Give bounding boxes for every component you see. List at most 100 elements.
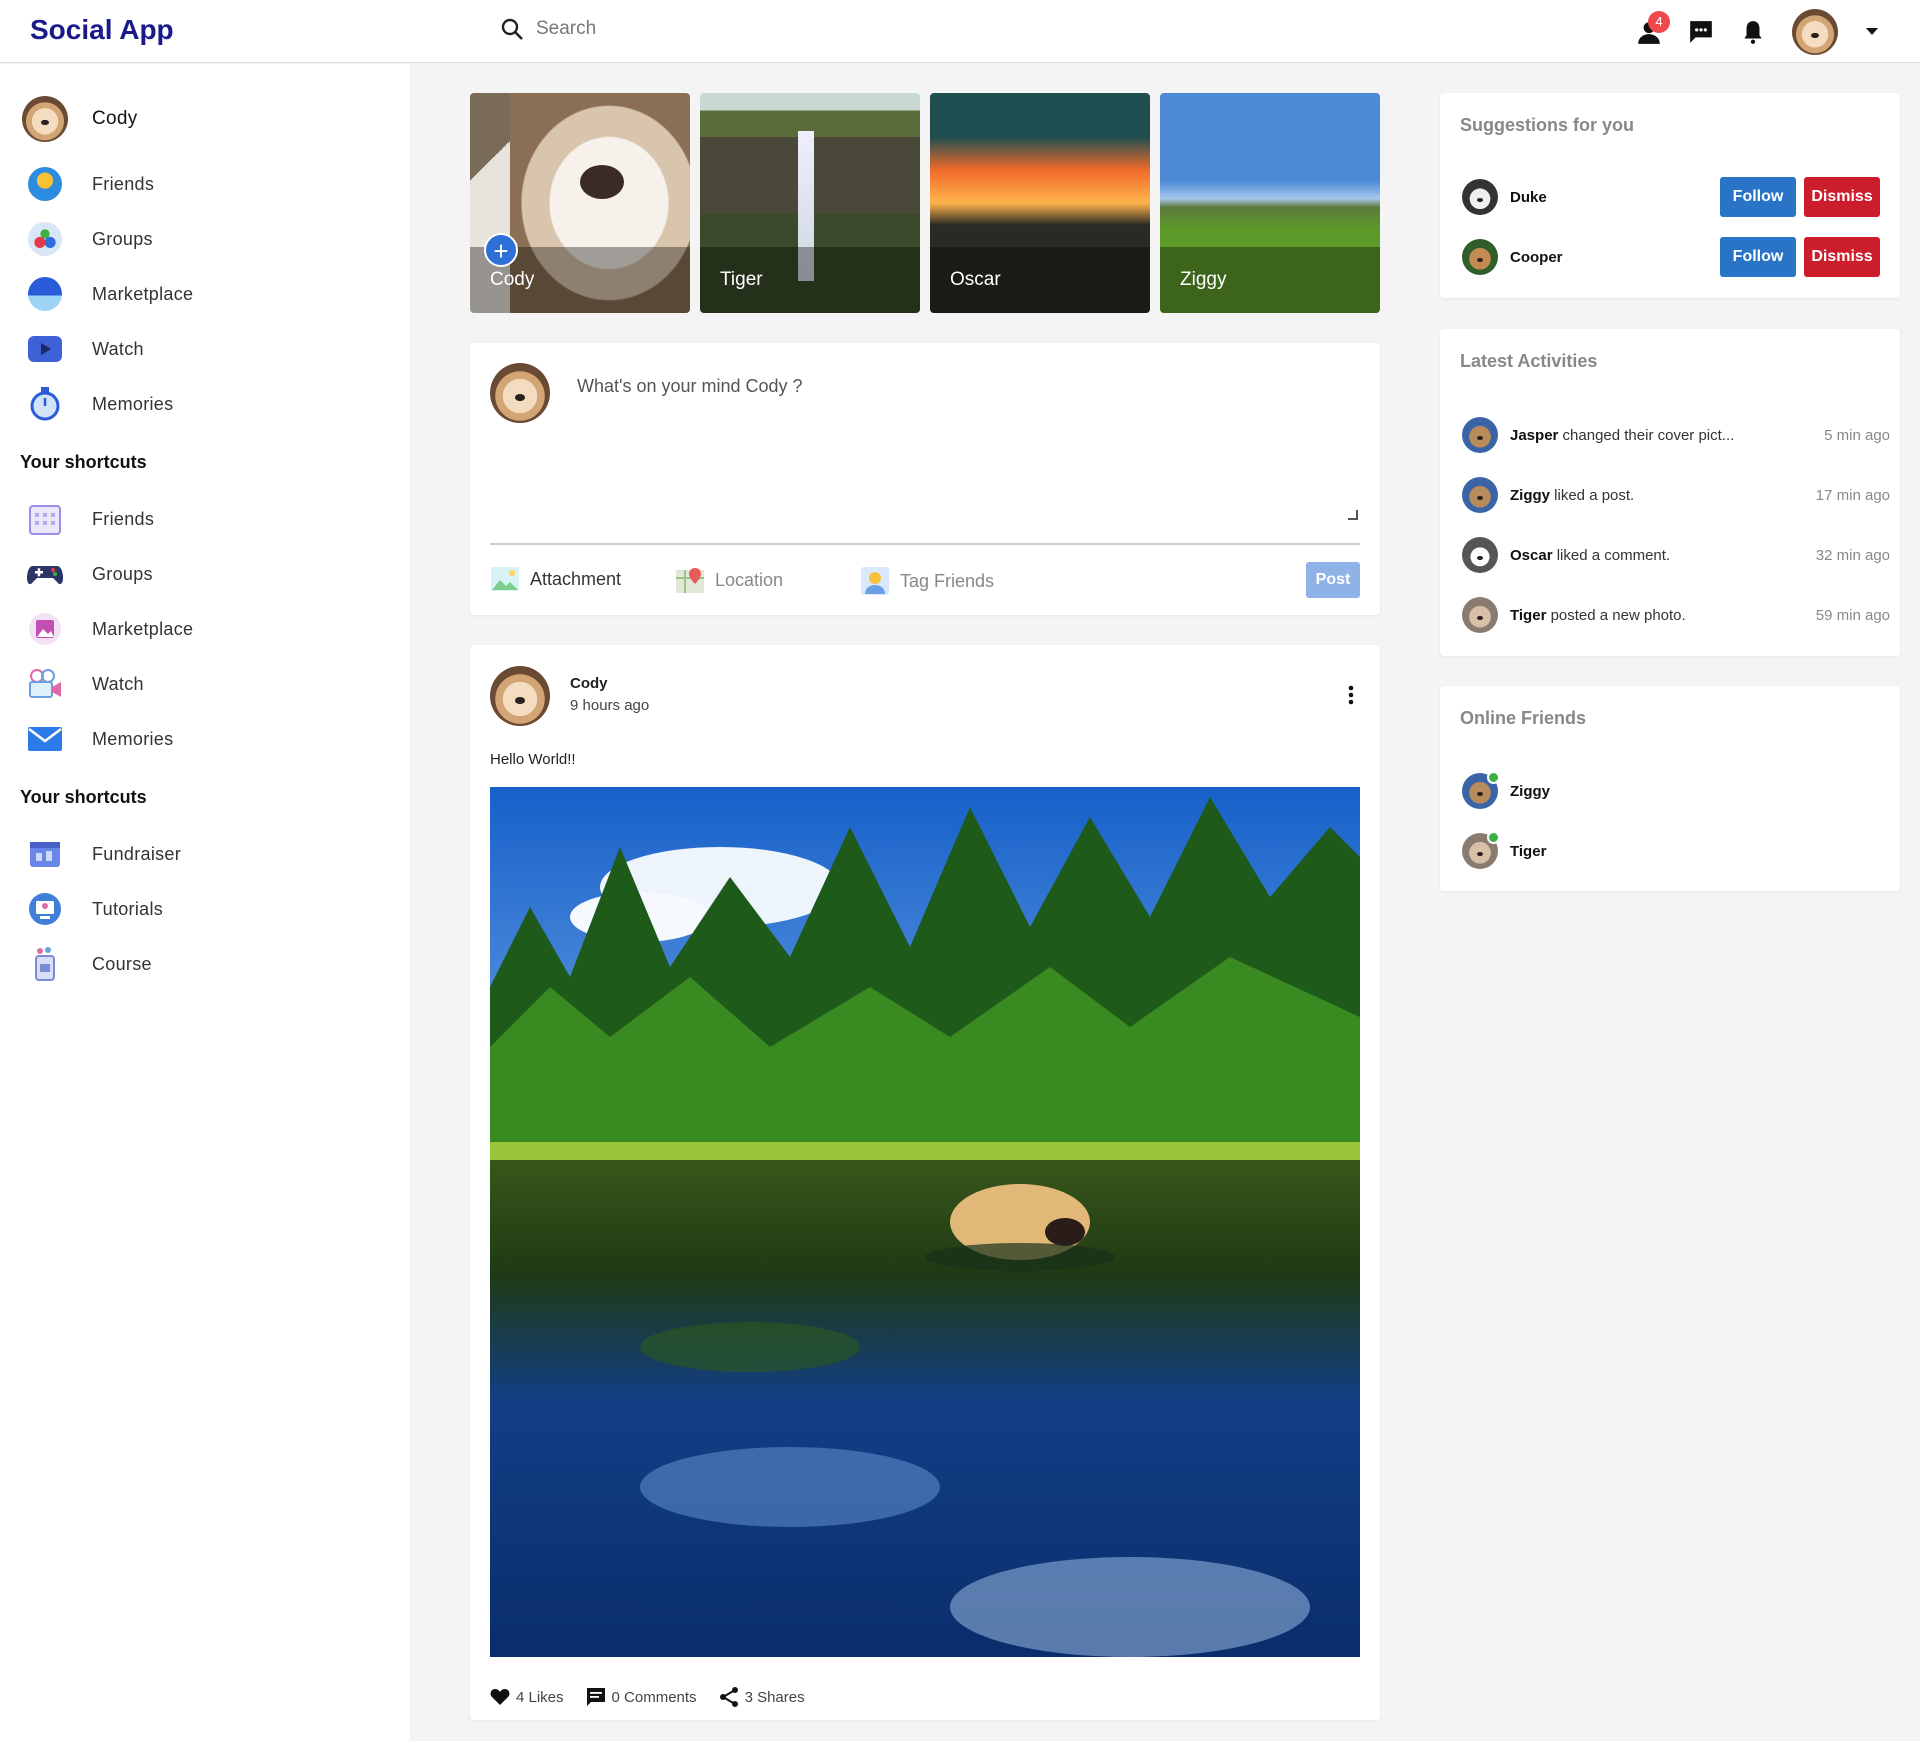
gamepad-icon [27, 566, 63, 585]
share-icon [719, 1687, 738, 1707]
activity-action: liked a post. [1554, 486, 1635, 504]
shortcut-item-marketplace[interactable]: Marketplace [22, 606, 193, 652]
activity-text: Oscar liked a comment. [1510, 547, 1670, 564]
fundraiser-icon [30, 842, 60, 867]
watch-icon [28, 336, 62, 362]
dismiss-button[interactable]: Dismiss [1804, 177, 1880, 217]
sidebar-profile[interactable]: Cody [22, 96, 138, 142]
sidebar-item-groups[interactable]: Groups [22, 216, 153, 262]
like-button[interactable]: 4 Likes [490, 1687, 564, 1707]
shortcut-item-course[interactable]: Course [22, 941, 152, 987]
calendar-icon [29, 505, 61, 535]
shortcut-item-memories[interactable]: Memories [22, 716, 173, 762]
add-story-button[interactable]: + [484, 233, 518, 267]
shares-count: 3 Shares [744, 1688, 805, 1706]
top-navigation-bar: Social App Search 4 [0, 0, 1920, 63]
chevron-down-icon[interactable] [1864, 27, 1880, 37]
suggestion-name[interactable]: Duke [1510, 189, 1547, 206]
activity-row[interactable]: Jasper changed their cover pict... 5 min… [1462, 415, 1890, 455]
sidebar-item-marketplace[interactable]: Marketplace [22, 271, 193, 317]
shortcut-item-groups[interactable]: Groups [22, 551, 153, 597]
shortcut-item-friends[interactable]: Friends [22, 496, 154, 542]
post-photo[interactable] [490, 787, 1360, 1657]
shortcut-label: Course [92, 953, 152, 974]
search-icon [501, 18, 523, 40]
tag-friends-label: Tag Friends [900, 570, 995, 591]
activity-user: Ziggy [1510, 486, 1550, 504]
app-logo[interactable]: Social App [30, 14, 174, 46]
story-card[interactable]: Oscar [930, 93, 1150, 313]
follow-button[interactable]: Follow [1720, 177, 1796, 217]
story-card[interactable]: Ziggy [1160, 93, 1380, 313]
shortcut-item-fundraiser[interactable]: Fundraiser [22, 831, 181, 877]
post-options-button[interactable] [1348, 685, 1354, 710]
story-card[interactable]: + Cody [470, 93, 690, 313]
search-bar[interactable]: Search [500, 17, 596, 41]
composer-divider [490, 543, 1360, 545]
search-input[interactable]: Search [536, 18, 596, 40]
friend-name: Ziggy [1510, 782, 1550, 800]
sidebar-item-memories[interactable]: Memories [22, 381, 173, 427]
friend-requests-button[interactable]: 4 [1636, 11, 1670, 45]
activity-row[interactable]: Tiger posted a new photo. 59 min ago [1462, 595, 1890, 635]
lake-dog-photo [490, 787, 1360, 1657]
composer-input[interactable]: What's on your mind Cody ? [577, 376, 803, 397]
online-friend-row[interactable]: Tiger [1462, 831, 1890, 871]
activity-action: changed their cover pict... [1562, 426, 1735, 444]
tag-friends-button[interactable]: Tag Friends [860, 566, 994, 596]
online-friends-panel: Online Friends Ziggy Tiger [1440, 686, 1900, 891]
suggestion-avatar[interactable] [1462, 179, 1498, 215]
suggestion-avatar[interactable] [1462, 239, 1498, 275]
suggestion-row: Cooper Follow Dismiss [1462, 237, 1890, 277]
attachment-label: Attachment [530, 568, 622, 589]
dismiss-button[interactable]: Dismiss [1804, 237, 1880, 277]
shortcut-item-watch[interactable]: Watch [22, 661, 144, 707]
activity-row[interactable]: Oscar liked a comment. 32 min ago [1462, 535, 1890, 575]
left-sidebar: Cody Friends Groups Marketplace Watch Me… [0, 64, 410, 1741]
sidebar-item-watch[interactable]: Watch [22, 326, 144, 372]
activity-time: 5 min ago [1824, 426, 1890, 444]
location-label: Location [715, 569, 784, 590]
messages-button[interactable] [1688, 19, 1714, 45]
notifications-button[interactable] [1740, 19, 1766, 45]
post-author-avatar[interactable] [490, 666, 550, 726]
shortcut-label: Tutorials [92, 898, 164, 919]
activity-user: Jasper [1510, 426, 1559, 444]
course-icon [35, 947, 55, 981]
shortcut-item-tutorials[interactable]: Tutorials [22, 886, 163, 932]
profile-avatar[interactable] [1792, 9, 1838, 55]
sidebar-item-friends[interactable]: Friends [22, 161, 154, 207]
friends-icon [28, 167, 62, 201]
online-friend-row[interactable]: Ziggy [1462, 771, 1890, 811]
composer-avatar [490, 363, 550, 423]
panel-title: Latest Activities [1460, 351, 1598, 371]
location-button[interactable]: Location [675, 566, 783, 594]
tutorials-icon [29, 893, 61, 925]
activity-time: 17 min ago [1815, 486, 1890, 504]
groups-icon [28, 222, 62, 256]
activity-time: 32 min ago [1815, 546, 1890, 564]
image-icon [491, 567, 519, 591]
activity-row[interactable]: Ziggy liked a post. 17 min ago [1462, 475, 1890, 515]
post-author-name[interactable]: Cody [570, 675, 608, 692]
share-button[interactable]: 3 Shares [719, 1687, 805, 1707]
shortcut-label: Groups [92, 563, 153, 584]
activity-action: posted a new photo. [1550, 606, 1686, 624]
story-card[interactable]: Tiger [700, 93, 920, 313]
activity-time: 59 min ago [1815, 606, 1890, 624]
online-status-dot [1487, 831, 1500, 844]
follow-button[interactable]: Follow [1720, 237, 1796, 277]
suggestion-name[interactable]: Cooper [1510, 249, 1563, 266]
chat-icon [1690, 21, 1712, 43]
dog-nose [580, 165, 624, 199]
online-status-dot [1487, 771, 1500, 784]
shortcut-label: Memories [92, 728, 174, 749]
activity-avatar [1462, 537, 1498, 573]
resize-handle[interactable] [1348, 510, 1358, 520]
comment-button[interactable]: 0 Comments [586, 1687, 697, 1707]
post-stats: 4 Likes 0 Comments 3 Shares [490, 1687, 805, 1707]
post-button[interactable]: Post [1306, 562, 1360, 598]
video-camera-icon [29, 669, 61, 698]
sidebar-item-label: Friends [92, 173, 155, 194]
attachment-button[interactable]: Attachment [490, 566, 621, 592]
